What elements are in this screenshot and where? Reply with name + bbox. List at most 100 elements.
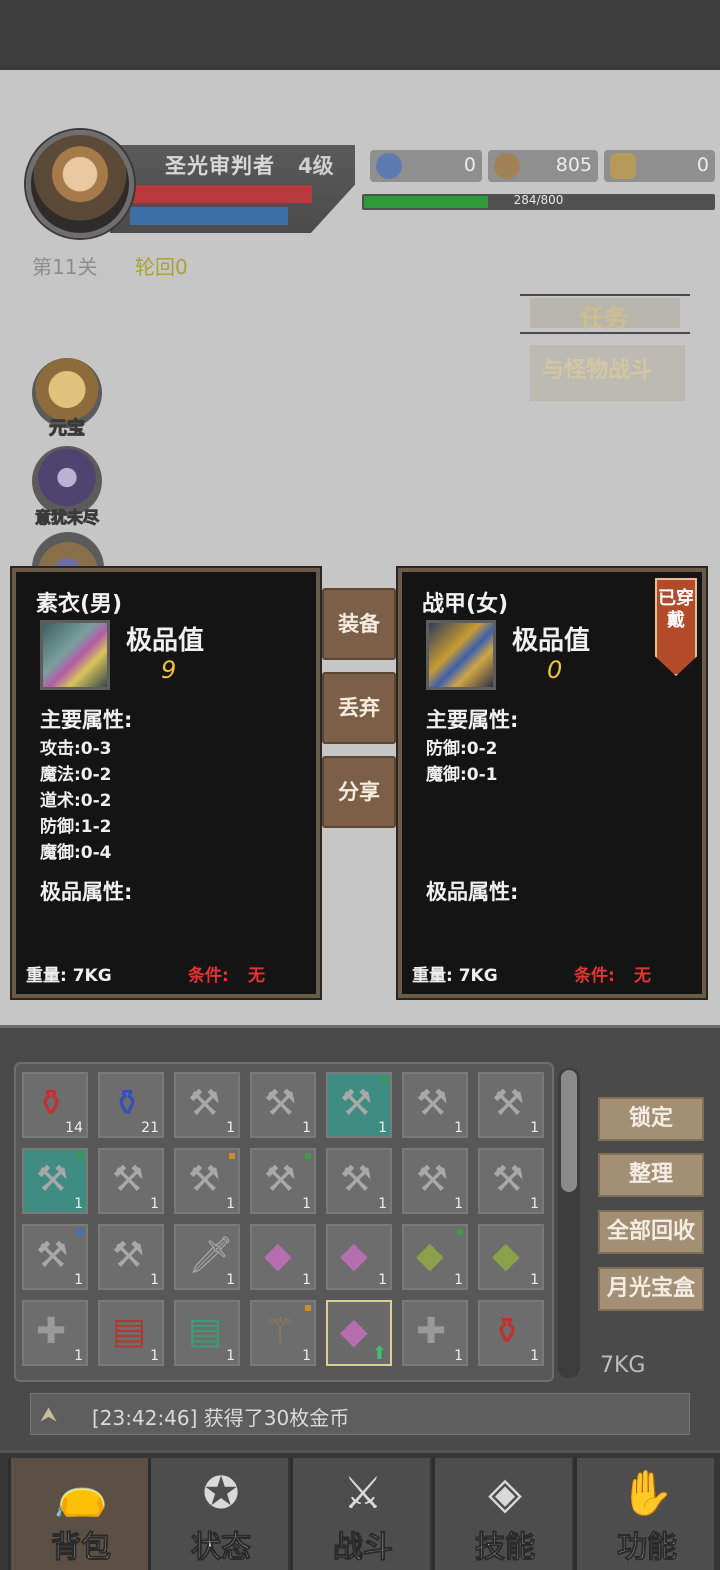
inventory-slot[interactable]: ⚒ 1	[22, 1148, 88, 1214]
lock-button[interactable]: 锁定	[598, 1097, 704, 1141]
item-condition-label: 条件:	[574, 966, 615, 986]
inventory-slot[interactable]: ⚱ 1	[478, 1300, 544, 1366]
inventory-slot[interactable]: 🗡 1	[174, 1224, 240, 1290]
side-button-yuanbao[interactable]: 元宝	[24, 356, 110, 442]
item-count: 1	[302, 1196, 311, 1212]
stat-line: 攻击:0-3	[40, 739, 112, 759]
tab-functions[interactable]: ✋ 功能	[574, 1458, 714, 1570]
item-count: 1	[302, 1272, 311, 1288]
item-weight: 重量: 7KG	[412, 966, 498, 986]
stage-label: 第11关	[32, 255, 98, 279]
avatar[interactable]	[26, 130, 134, 238]
hammer-icon: ⚒	[36, 1159, 69, 1200]
mp-bar	[130, 207, 288, 225]
gold-ingot-icon	[610, 153, 636, 179]
expand-arrow-icon[interactable]: ⮝	[40, 1402, 57, 1426]
robe-icon	[40, 620, 110, 690]
discard-button[interactable]: 丢弃	[322, 672, 396, 744]
grade-label: 极品值	[126, 626, 205, 656]
hammer-icon: ⚒	[492, 1083, 525, 1124]
item-count: 1	[378, 1196, 387, 1212]
battle-banner-icon: ⚔	[343, 1468, 383, 1519]
inventory-slot[interactable]: ⚚ 1	[250, 1300, 316, 1366]
item-count: 1	[150, 1272, 159, 1288]
inventory-slot[interactable]: ⚒ 1	[478, 1072, 544, 1138]
grade-value: 0	[547, 656, 563, 684]
quest-title[interactable]: 任务	[580, 298, 628, 333]
compass-star-icon	[376, 153, 402, 179]
hp-bar	[130, 185, 312, 203]
skill-diamond-icon: ◈	[488, 1468, 522, 1519]
upgrade-arrow-icon: ⬆	[371, 1343, 387, 1364]
hammer-icon: ⚒	[264, 1159, 297, 1200]
staff-icon: ⚚	[264, 1311, 297, 1352]
coin-pile-icon	[494, 153, 520, 179]
item-count: 1	[74, 1272, 83, 1288]
quest-description[interactable]: 与怪物战斗	[542, 352, 652, 384]
stat-line: 防御:1-2	[40, 817, 112, 837]
item-weight: 重量: 7KG	[26, 966, 112, 986]
inventory-slot[interactable]: ◆ 1	[326, 1224, 392, 1290]
quality-gem-icon	[457, 1229, 463, 1235]
item-count: 1	[530, 1196, 539, 1212]
extra-attr-title: 极品属性:	[40, 880, 133, 904]
item-count: 1	[530, 1348, 539, 1364]
moonlight-box-button[interactable]: 月光宝盒	[598, 1267, 704, 1311]
item-condition-label: 条件:	[188, 966, 229, 986]
side-button-unfinished[interactable]: 意犹未尽	[24, 444, 110, 530]
inventory-slot[interactable]: ⚒ 1	[402, 1148, 468, 1214]
hammer-icon: ⚒	[340, 1159, 373, 1200]
inventory-slot[interactable]: ◆ ⬆	[326, 1300, 392, 1366]
item-count: 1	[454, 1272, 463, 1288]
share-button[interactable]: 分享	[322, 756, 396, 828]
inventory-slot[interactable]: ⚒ 1	[326, 1072, 392, 1138]
inventory-slot[interactable]: ⚒ 1	[478, 1148, 544, 1214]
item-count: 1	[378, 1272, 387, 1288]
inventory-slot[interactable]: ▤ 1	[174, 1300, 240, 1366]
extra-attr-title: 极品属性:	[426, 880, 519, 904]
inventory-slot[interactable]: ⚒ 1	[98, 1224, 164, 1290]
inventory-slot[interactable]: ⚒ 1	[326, 1148, 392, 1214]
robe-icon: ◆	[264, 1235, 292, 1276]
tab-bag[interactable]: 👝 背包	[8, 1458, 148, 1570]
armor-icon: ◆	[492, 1235, 520, 1276]
blade-icon: 🗡	[188, 1235, 234, 1276]
inventory-slot[interactable]: ◆ 1	[478, 1224, 544, 1290]
red-potion-icon: ⚱	[492, 1311, 523, 1352]
inventory-slot[interactable]: ⚒ 1	[98, 1148, 164, 1214]
tab-status[interactable]: ✪ 状态	[148, 1458, 288, 1570]
currency-slot: 0	[604, 150, 715, 182]
item-count: 1	[530, 1272, 539, 1288]
stat-line: 防御:0-2	[426, 739, 498, 759]
recycle-all-button[interactable]: 全部回收	[598, 1210, 704, 1254]
inventory-slot[interactable]: ⚒ 1	[402, 1072, 468, 1138]
tab-battle[interactable]: ⚔ 战斗	[290, 1458, 430, 1570]
scrollbar-thumb[interactable]	[561, 1070, 577, 1192]
equip-button[interactable]: 装备	[322, 588, 396, 660]
inventory-slot[interactable]: ◆ 1	[250, 1224, 316, 1290]
robe-icon: ◆	[340, 1311, 368, 1352]
inventory-slot[interactable]: ⚒ 1	[174, 1148, 240, 1214]
status-emblem-icon: ✪	[202, 1468, 240, 1519]
tab-skills[interactable]: ◈ 技能	[432, 1458, 572, 1570]
inventory-slot[interactable]: ⚒ 1	[22, 1224, 88, 1290]
currency-slot: 0	[370, 150, 482, 182]
inventory-slot[interactable]: ⚒ 1	[250, 1072, 316, 1138]
main-attr-title: 主要属性:	[40, 708, 133, 732]
red-potion-icon: ⚱	[36, 1083, 67, 1124]
item-count: 1	[226, 1348, 235, 1364]
inventory-slot[interactable]: ⚱ 21	[98, 1072, 164, 1138]
sort-button[interactable]: 整理	[598, 1153, 704, 1197]
inventory-slot[interactable]: ✚ 1	[402, 1300, 468, 1366]
inventory-slot[interactable]: ✚ 1	[22, 1300, 88, 1366]
inventory-slot[interactable]: ⚒ 1	[250, 1148, 316, 1214]
grade-value: 9	[161, 656, 177, 684]
item-count: 1	[150, 1348, 159, 1364]
inventory-slot[interactable]: ◆ 1	[402, 1224, 468, 1290]
inventory-slot[interactable]: ⚱ 14	[22, 1072, 88, 1138]
blue-potion-icon: ⚱	[112, 1083, 143, 1124]
inventory-slot[interactable]: ▤ 1	[98, 1300, 164, 1366]
inventory-slot[interactable]: ⚒ 1	[174, 1072, 240, 1138]
item-count: 1	[74, 1348, 83, 1364]
armor-icon	[426, 620, 496, 690]
